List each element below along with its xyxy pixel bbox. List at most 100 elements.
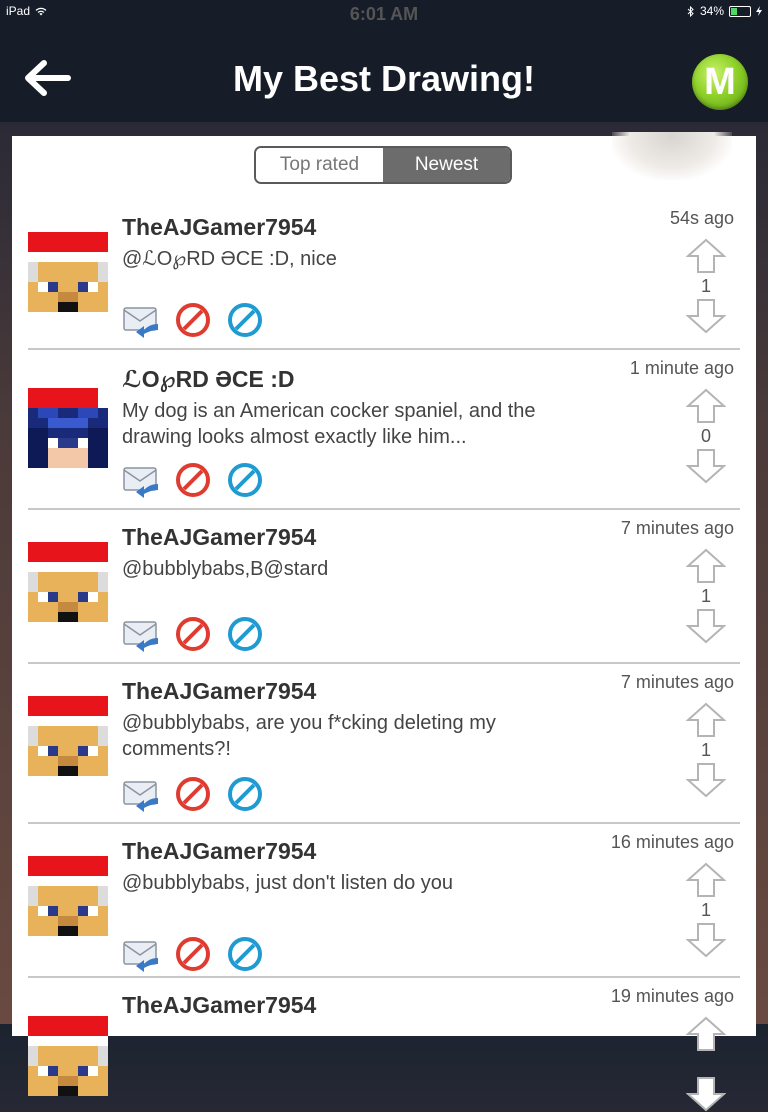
reply-button[interactable] bbox=[122, 462, 160, 498]
vote-count: 1 bbox=[700, 740, 711, 760]
block-icon bbox=[176, 463, 210, 497]
battery-icon bbox=[729, 5, 751, 17]
comment-text: My dog is an American cocker spaniel, an… bbox=[122, 400, 536, 448]
comment-text: @bubblybabs,B@stard bbox=[122, 558, 329, 580]
reply-mail-icon bbox=[123, 941, 158, 972]
vote-count: 1 bbox=[700, 900, 711, 920]
report-icon bbox=[228, 937, 262, 971]
block-icon bbox=[176, 617, 210, 651]
block-button[interactable] bbox=[174, 776, 212, 812]
report-button[interactable] bbox=[226, 302, 264, 338]
avatar[interactable] bbox=[28, 696, 108, 776]
upvote-arrow-icon[interactable] bbox=[686, 702, 726, 738]
comment-actions bbox=[122, 936, 264, 972]
downvote-arrow-icon[interactable] bbox=[686, 298, 726, 334]
report-button[interactable] bbox=[226, 936, 264, 972]
reply-button[interactable] bbox=[122, 936, 160, 972]
avatar[interactable] bbox=[28, 856, 108, 936]
battery-percent: 34% bbox=[699, 4, 724, 18]
comment-actions bbox=[122, 616, 264, 652]
tab-newest[interactable]: Newest bbox=[383, 148, 510, 182]
comment-username[interactable]: ℒΟ℘RD ƏCE :D bbox=[122, 366, 295, 393]
report-icon bbox=[228, 303, 262, 337]
avatar[interactable] bbox=[28, 542, 108, 622]
comment-time: 16 minutes ago bbox=[610, 832, 734, 852]
avatar[interactable] bbox=[28, 1016, 108, 1096]
reply-button[interactable] bbox=[122, 302, 160, 338]
comment-text: @ℒΟ℘RD ƏCE :D, nice bbox=[122, 248, 337, 270]
block-button[interactable] bbox=[174, 616, 212, 652]
downvote-arrow-icon[interactable] bbox=[686, 448, 726, 484]
reply-button[interactable] bbox=[122, 776, 160, 812]
comment-time: 7 minutes ago bbox=[620, 518, 734, 538]
report-button[interactable] bbox=[226, 462, 264, 498]
sort-tabs: Top rated Newest bbox=[254, 146, 512, 184]
navigation-bar: My Best Drawing! M bbox=[0, 22, 768, 122]
upvote-arrow-icon[interactable] bbox=[686, 1016, 726, 1052]
block-button[interactable] bbox=[174, 462, 212, 498]
comment-username[interactable]: TheAJGamer7954 bbox=[122, 992, 316, 1019]
comment-item: TheAJGamer7954 @ℒΟ℘RD ƏCE :D, nice 54s a… bbox=[12, 200, 756, 350]
comment-time: 54s ago bbox=[669, 208, 734, 228]
comment-item: TheAJGamer7954 @bubblybabs,B@stard 7 min… bbox=[12, 510, 756, 664]
comment-actions bbox=[122, 462, 264, 498]
vote-count: 0 bbox=[700, 426, 711, 446]
comment-time: 7 minutes ago bbox=[620, 672, 734, 692]
comment-text: @bubblybabs, are you f*cking deleting my… bbox=[122, 712, 496, 760]
comment-username[interactable]: TheAJGamer7954 bbox=[122, 678, 316, 705]
comment-time: 1 minute ago bbox=[629, 358, 734, 378]
app-logo-button[interactable]: M bbox=[692, 54, 748, 110]
vote-control: 1 bbox=[686, 702, 726, 798]
vote-count: 1 bbox=[700, 276, 711, 296]
report-icon bbox=[228, 463, 262, 497]
tab-top-rated[interactable]: Top rated bbox=[256, 148, 383, 182]
comment-item: TheAJGamer7954 @bubblybabs, are you f*ck… bbox=[12, 664, 756, 824]
reply-mail-icon bbox=[123, 307, 158, 338]
downvote-arrow-icon[interactable] bbox=[686, 608, 726, 644]
reply-mail-icon bbox=[123, 467, 158, 498]
report-icon bbox=[228, 617, 262, 651]
comment-actions bbox=[122, 302, 264, 338]
vote-count: 1 bbox=[700, 586, 711, 606]
vote-control: 1 bbox=[686, 238, 726, 334]
upvote-arrow-icon[interactable] bbox=[686, 862, 726, 898]
vote-count bbox=[686, 1052, 726, 1076]
vote-control: 1 bbox=[686, 548, 726, 644]
corner-decoration bbox=[612, 132, 732, 180]
avatar[interactable] bbox=[28, 232, 108, 312]
upvote-arrow-icon[interactable] bbox=[686, 548, 726, 584]
status-bar: iPad 6:01 AM 34% bbox=[0, 0, 768, 24]
vote-control: 0 bbox=[686, 388, 726, 484]
charging-icon bbox=[756, 6, 762, 16]
report-button[interactable] bbox=[226, 616, 264, 652]
comment-username[interactable]: TheAJGamer7954 bbox=[122, 838, 316, 865]
comment-actions bbox=[122, 776, 264, 812]
block-button[interactable] bbox=[174, 936, 212, 972]
comment-time: 19 minutes ago bbox=[610, 986, 734, 1006]
block-icon bbox=[176, 937, 210, 971]
comment-item: TheAJGamer7954 @bubblybabs, just don't l… bbox=[12, 824, 756, 978]
comment-text: @bubblybabs, just don't listen do you bbox=[122, 872, 453, 894]
upvote-arrow-icon[interactable] bbox=[686, 238, 726, 274]
downvote-arrow-icon[interactable] bbox=[686, 922, 726, 958]
reply-mail-icon bbox=[123, 781, 158, 812]
upvote-arrow-icon[interactable] bbox=[686, 388, 726, 424]
block-icon bbox=[176, 303, 210, 337]
comment-item: TheAJGamer7954 19 minutes ago bbox=[12, 978, 756, 1112]
reply-mail-icon bbox=[123, 621, 158, 652]
downvote-arrow-icon[interactable] bbox=[686, 1076, 726, 1112]
reply-button[interactable] bbox=[122, 616, 160, 652]
avatar[interactable] bbox=[28, 388, 108, 468]
page-title: My Best Drawing! bbox=[232, 58, 536, 99]
comment-item: ℒΟ℘RD ƏCE :D My dog is an American cocke… bbox=[12, 350, 756, 510]
report-icon bbox=[228, 777, 262, 811]
vote-control: 1 bbox=[686, 862, 726, 958]
comment-username[interactable]: TheAJGamer7954 bbox=[122, 524, 316, 551]
block-button[interactable] bbox=[174, 302, 212, 338]
block-icon bbox=[176, 777, 210, 811]
comment-username[interactable]: TheAJGamer7954 bbox=[122, 214, 316, 241]
bluetooth-icon bbox=[687, 5, 694, 17]
vote-control bbox=[686, 1016, 726, 1112]
report-button[interactable] bbox=[226, 776, 264, 812]
downvote-arrow-icon[interactable] bbox=[686, 762, 726, 798]
